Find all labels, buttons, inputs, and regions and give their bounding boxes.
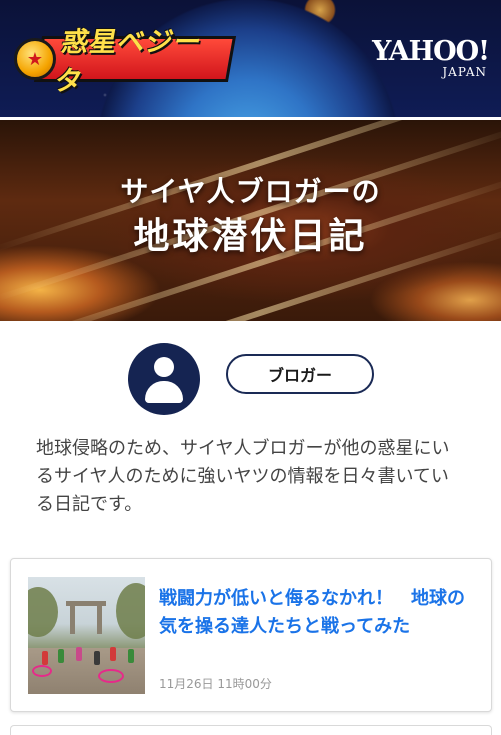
thumb-person [128,649,134,663]
article-card-next[interactable] [10,725,492,735]
hero-banner: サイヤ人ブロガーの 地球潜伏日記 [0,120,501,321]
blogger-button[interactable]: ブロガー [226,354,374,394]
article-timestamp: 11月26日 11時00分 [159,677,272,691]
yahoo-logo-text: YAHOO! [372,36,490,67]
article-title[interactable]: 戦闘力が低いと侮るなかれ！ 地球の気を操る達人たちと戦ってみた [159,585,477,641]
site-header: 惑星ベジータ ★ YAHOO! JAPAN [0,0,501,117]
hero-title-line2: 地球潜伏日記 [133,216,368,257]
thumb-tree [28,587,58,637]
thumb-person [42,651,48,665]
hero-title-line1: サイヤ人ブロガーの [120,175,381,208]
thumb-ribbon [32,665,52,677]
thumb-person [94,651,100,665]
article-thumbnail[interactable] [28,577,145,694]
profile-section: ブロガー [0,321,501,435]
thumb-person [76,647,82,661]
thumb-ribbon [98,669,124,683]
hero-title: サイヤ人ブロガーの 地球潜伏日記 [0,172,501,262]
planet-vegeta-logo[interactable]: 惑星ベジータ ★ [14,27,237,97]
thumb-gate [66,601,106,636]
thumb-person [110,647,116,661]
article-card[interactable]: 戦闘力が低いと侮るなかれ！ 地球の気を操る達人たちと戦ってみた 11月26日 1… [10,558,492,712]
avatar-body [145,381,183,403]
avatar-head [154,357,174,377]
thumb-tree [116,583,145,639]
yahoo-logo-subtext: JAPAN [442,65,487,79]
dragon-ball-icon: ★ [14,38,56,80]
user-icon [128,343,200,415]
yahoo-japan-logo[interactable]: YAHOO! JAPAN [372,36,490,80]
thumb-person [58,649,64,663]
blog-description: 地球侵略のため、サイヤ人ブロガーが他の惑星にいるサイヤ人のために強いヤツの情報を… [36,438,450,515]
logo-text: 惑星ベジータ [33,27,237,97]
